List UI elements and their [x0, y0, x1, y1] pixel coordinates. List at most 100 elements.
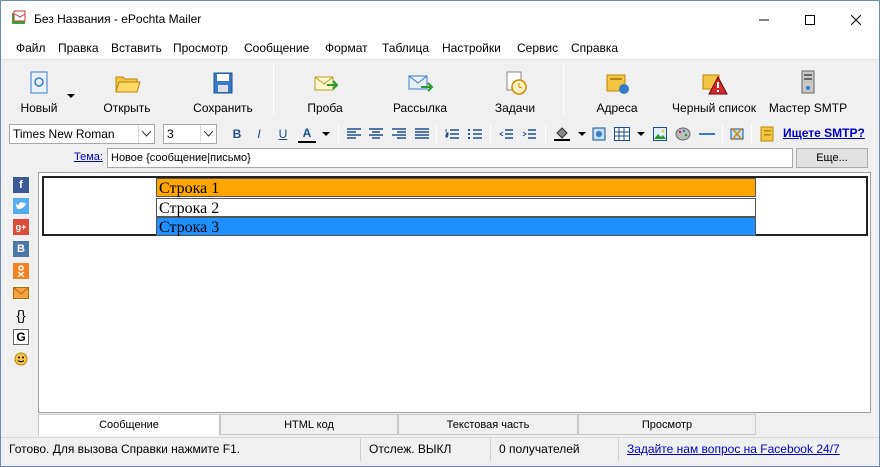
mailing-button[interactable]: Рассылка — [387, 60, 453, 120]
braces-icon[interactable]: {} — [13, 307, 29, 323]
clear-format-button[interactable] — [728, 125, 746, 143]
twitter-icon[interactable] — [13, 198, 29, 214]
outdent-button[interactable] — [497, 125, 515, 143]
menu-format[interactable]: Формат — [325, 41, 368, 55]
subject-input[interactable]: Новое {сообщение|письмо} — [107, 148, 793, 168]
facebook-icon[interactable]: f — [13, 177, 29, 193]
format-separator — [436, 124, 437, 143]
bullet-list-button[interactable] — [466, 125, 484, 143]
indent-button[interactable] — [520, 125, 538, 143]
insert-image-button[interactable] — [651, 125, 669, 143]
new-message-icon — [30, 71, 48, 94]
menu-message[interactable]: Сообщение — [244, 41, 309, 55]
blacklist-warning-icon — [702, 74, 728, 95]
more-button[interactable]: Еще... — [796, 148, 868, 168]
horizontal-line-button[interactable] — [698, 125, 716, 143]
chevron-down-icon — [138, 125, 154, 143]
menu-help[interactable]: Справка — [571, 41, 618, 55]
save-label: Сохранить — [193, 101, 253, 115]
font-family-select[interactable]: Times New Roman — [9, 124, 155, 144]
align-left-button[interactable] — [345, 125, 363, 143]
find-smtp-link[interactable]: Ищете SMTP? — [783, 126, 865, 140]
smtp-search-icon-button[interactable] — [758, 125, 776, 143]
status-bar: Готово. Для вызова Справки нажмите F1. О… — [1, 437, 879, 461]
font-color-dropdown[interactable] — [317, 125, 335, 143]
format-separator — [490, 124, 491, 143]
close-button[interactable] — [833, 1, 879, 38]
align-right-button[interactable] — [390, 125, 408, 143]
google-translate-icon[interactable]: G — [13, 329, 29, 345]
new-dropdown-arrow[interactable] — [67, 88, 75, 102]
table-icon — [614, 127, 630, 141]
bold-button[interactable]: B — [228, 125, 246, 143]
italic-button[interactable]: I — [250, 125, 268, 143]
fill-color-button[interactable] — [553, 125, 571, 143]
editor-table[interactable]: Строка 1 Строка 2 Строка 3 — [42, 176, 868, 236]
save-button[interactable]: Сохранить — [187, 60, 259, 120]
smtp-wizard-button[interactable]: Мастер SMTP — [767, 60, 849, 120]
menu-settings[interactable]: Настройки — [442, 41, 501, 55]
menu-insert[interactable]: Вставить — [111, 41, 162, 55]
minimize-icon — [759, 19, 769, 20]
tab-preview[interactable]: Просмотр — [578, 414, 756, 435]
new-button[interactable]: Новый — [9, 60, 69, 120]
vkontakte-icon[interactable]: B — [13, 241, 29, 257]
underline-button[interactable]: U — [274, 125, 292, 143]
format-separator — [338, 124, 339, 143]
save-icon — [213, 72, 233, 94]
smtp-wizard-label: Мастер SMTP — [768, 101, 848, 115]
menu-table[interactable]: Таблица — [382, 41, 429, 55]
tab-html-code[interactable]: HTML код — [220, 414, 398, 435]
font-color-button[interactable]: A — [298, 125, 316, 143]
insert-object-button[interactable] — [590, 125, 608, 143]
menu-bar: Файл Правка Вставить Просмотр Сообщение … — [1, 38, 879, 59]
format-separator — [545, 124, 546, 143]
toolbar-separator — [273, 64, 274, 116]
email-icon[interactable] — [13, 285, 29, 301]
tasks-button[interactable]: Задачи — [485, 60, 545, 120]
menu-edit[interactable]: Правка — [58, 41, 99, 55]
menu-file[interactable]: Файл — [16, 41, 46, 55]
table-row-1[interactable]: Строка 1 — [156, 178, 756, 197]
addresses-button[interactable]: Адреса — [587, 60, 647, 120]
tasks-clock-icon — [506, 71, 527, 95]
maximize-button[interactable] — [787, 1, 833, 38]
folder-open-icon — [115, 76, 141, 93]
google-plus-icon[interactable]: g+ — [13, 219, 29, 235]
table-cell-text: Строка 3 — [159, 219, 220, 236]
font-size-select[interactable]: 3 — [163, 124, 217, 144]
odnoklassniki-icon[interactable] — [13, 263, 29, 279]
subject-label[interactable]: Тема: — [74, 151, 103, 163]
tab-text-part[interactable]: Текстовая часть — [398, 414, 578, 435]
status-tracking: Отслеж. ВЫКЛ — [361, 438, 491, 461]
table-row-2[interactable]: Строка 2 — [156, 198, 756, 217]
justify-button[interactable] — [413, 125, 431, 143]
format-separator — [722, 124, 723, 143]
menu-view[interactable]: Просмотр — [173, 41, 228, 55]
menu-service[interactable]: Сервис — [517, 41, 558, 55]
numbered-list-button[interactable] — [443, 125, 461, 143]
format-separator — [751, 124, 752, 143]
align-left-icon — [347, 128, 361, 139]
blacklist-button[interactable]: Черный список — [667, 60, 761, 120]
align-center-button[interactable] — [367, 125, 385, 143]
maximize-icon — [805, 14, 815, 25]
open-button[interactable]: Открыть — [93, 60, 161, 120]
format-toolbar: Times New Roman 3 B I U A Ищете SMTP? — [1, 121, 879, 146]
facebook-question-link[interactable]: Задайте нам вопрос на Facebook 24/7 — [627, 442, 840, 456]
smiley-icon[interactable] — [13, 351, 29, 367]
test-button[interactable]: Проба — [295, 60, 355, 120]
notebook-icon — [760, 126, 774, 142]
tab-message[interactable]: Сообщение — [38, 414, 220, 436]
palette-button[interactable] — [674, 125, 692, 143]
minimize-button[interactable] — [741, 1, 787, 38]
chevron-down-icon — [67, 94, 75, 98]
message-editor[interactable]: Строка 1 Строка 2 Строка 3 — [38, 172, 871, 413]
insert-table-dropdown[interactable] — [632, 125, 650, 143]
insert-table-button[interactable] — [613, 125, 631, 143]
paint-bucket-icon — [554, 127, 570, 141]
font-size-value: 3 — [167, 127, 174, 141]
mailing-icon — [408, 75, 434, 92]
table-row-3[interactable]: Строка 3 — [156, 217, 756, 236]
fill-color-dropdown[interactable] — [573, 125, 591, 143]
